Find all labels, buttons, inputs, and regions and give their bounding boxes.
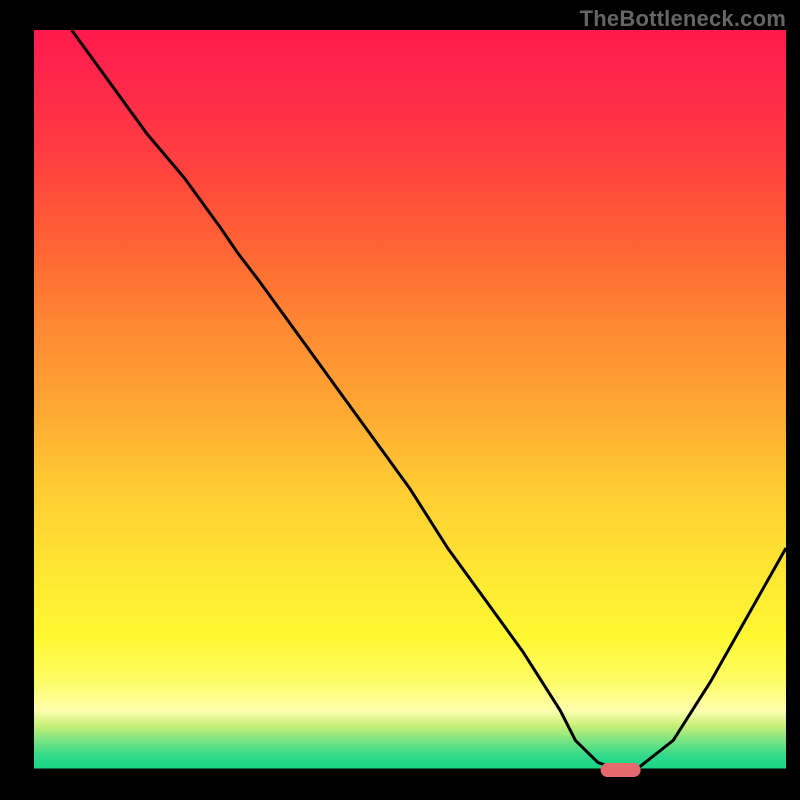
chart-container: TheBottleneck.com <box>0 0 800 800</box>
plot-background-gradient <box>34 30 786 770</box>
watermark-text: TheBottleneck.com <box>580 6 786 32</box>
